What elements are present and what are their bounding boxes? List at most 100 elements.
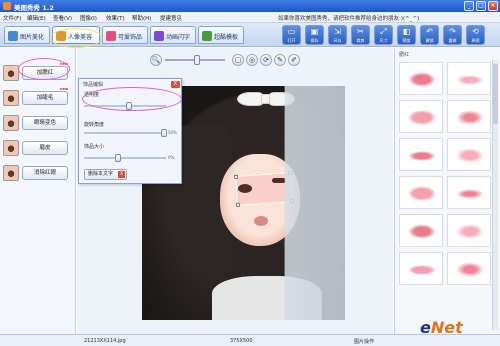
resize-icon: ⤢ — [380, 27, 387, 36]
button-label: 预览 — [402, 38, 411, 43]
undo-icon: ↶ — [426, 27, 433, 36]
blush-sample — [456, 224, 484, 239]
add-eyelash-button[interactable]: 加睫毛 — [22, 91, 68, 105]
palette-scrollbar[interactable] — [492, 60, 498, 330]
button-label: 另存 — [333, 38, 342, 43]
preview-button[interactable]: ◧ 预览 — [397, 25, 416, 45]
button-label: 尺寸 — [379, 38, 388, 43]
red-eye-thumbnail — [3, 165, 19, 181]
open-button[interactable]: ▭ 打开 — [282, 25, 301, 45]
tab-photo-beautify[interactable]: 图片美化 — [4, 26, 50, 44]
edit-icon[interactable]: ✎ — [274, 54, 286, 66]
status-mode: 图片操作 — [354, 339, 375, 345]
menu-file[interactable]: 文件(F) — [3, 14, 21, 22]
palette-title: 腮红 — [399, 52, 410, 58]
blush-swatch[interactable] — [447, 100, 491, 133]
blush-swatch[interactable] — [399, 252, 443, 285]
blush-swatch[interactable] — [447, 176, 491, 209]
save-as-button[interactable]: ⇲ 另存 — [328, 25, 347, 45]
blush-thumbnail — [3, 65, 19, 81]
blush-sample — [456, 148, 484, 163]
save-icon: ▣ — [310, 27, 319, 36]
button-label: 撤销 — [425, 38, 434, 43]
redo-button[interactable]: ↷ 重做 — [443, 25, 462, 45]
tab-cute-decor[interactable]: 可爱饰品 — [102, 26, 148, 44]
blush-swatch[interactable] — [447, 214, 491, 247]
size-slider-knob[interactable] — [115, 154, 122, 162]
tab-animated-text[interactable]: 动画闪字 — [150, 26, 196, 44]
tab-cool-templates[interactable]: 超酷模板 — [198, 26, 244, 44]
blush-swatch[interactable] — [399, 62, 443, 95]
zoom-out-icon[interactable]: 🔍 — [150, 54, 162, 66]
blush-swatch[interactable] — [447, 62, 491, 95]
smooth-skin-button[interactable]: 磨皮 — [22, 141, 68, 155]
rotation-label: 旋转角度 — [84, 122, 105, 128]
menu-feedback[interactable]: 提建意见 — [160, 14, 182, 22]
scrollbar-thumb[interactable] — [493, 64, 498, 124]
restore-icon: ⟲ — [472, 27, 479, 36]
size-slider[interactable] — [84, 157, 166, 159]
tool-row: 眼睛变色 — [0, 112, 76, 136]
original-button[interactable]: ⟲ 原图 — [466, 25, 485, 45]
redo-icon: ↷ — [449, 27, 456, 36]
status-filename: 21213XX114.jpg — [84, 338, 126, 344]
menu-image[interactable]: 图像(I) — [80, 14, 97, 22]
undo-button[interactable]: ↶ 撤销 — [420, 25, 439, 45]
delete-decoration-button[interactable]: 删除本文字 X — [84, 169, 127, 180]
menu-bar: 文件(F) 编辑(E) 查看(V) 图像(I) 效果(T) 帮助(H) 提建意见… — [0, 12, 500, 23]
minimize-button[interactable]: _ — [464, 1, 474, 11]
zoom-bar: 🔍 ▢ ◎ ⟳ ✎ ✐ — [150, 54, 310, 68]
blush-swatch[interactable] — [399, 100, 443, 133]
status-dimensions: 375X500 — [230, 338, 253, 344]
delete-icon: X — [118, 171, 125, 178]
blush-swatch[interactable] — [447, 252, 491, 285]
blush-swatch[interactable] — [399, 138, 443, 171]
eye-color-button[interactable]: 眼睛变色 — [22, 116, 68, 130]
save-button[interactable]: ▣ 保存 — [305, 25, 324, 45]
tab-label: 可爱饰品 — [118, 34, 143, 41]
rotation-slider-knob[interactable] — [161, 129, 168, 137]
button-label: 重做 — [448, 38, 457, 43]
blush-sample — [456, 110, 484, 125]
photo-icon — [8, 31, 18, 41]
brush-icon[interactable]: ✐ — [288, 54, 300, 66]
menu-effects[interactable]: 效果(T) — [106, 14, 125, 22]
zoom-slider-knob[interactable] — [194, 55, 200, 65]
maximize-button[interactable]: □ — [476, 1, 486, 11]
rotate-icon[interactable]: ⟳ — [260, 54, 272, 66]
app-icon — [3, 2, 11, 10]
popup-close-button[interactable]: X — [171, 81, 180, 88]
blush-swatch[interactable] — [399, 214, 443, 247]
close-button[interactable]: × — [488, 1, 498, 11]
menu-view[interactable]: 查看(V) — [53, 14, 72, 22]
template-icon — [202, 31, 212, 41]
menu-edit[interactable]: 编辑(E) — [27, 14, 46, 22]
tool-row: 加睫毛 new — [0, 87, 76, 111]
blush-palette: 腮红 — [394, 48, 500, 336]
tab-label: 超酷模板 — [214, 34, 239, 41]
resize-button[interactable]: ⤢ 尺寸 — [374, 25, 393, 45]
blush-sample — [456, 189, 484, 199]
blush-sample — [408, 72, 436, 87]
save-as-icon: ⇲ — [334, 27, 341, 36]
rotation-slider[interactable] — [84, 132, 166, 134]
remove-red-eye-button[interactable]: 消除红眼 — [22, 166, 68, 180]
title-bar: 美图秀秀 1.2 _ □ × — [0, 0, 500, 12]
blush-swatch[interactable] — [447, 138, 491, 171]
highlight-ring-blush — [18, 58, 70, 80]
popup-title: 饰品编辑 — [83, 82, 104, 88]
button-label: 裁剪 — [356, 38, 365, 43]
blush-swatch[interactable] — [399, 176, 443, 209]
crop-button[interactable]: ✂ 裁剪 — [351, 25, 370, 45]
blush-sample — [456, 262, 484, 277]
size-value: 0% — [168, 155, 175, 160]
button-label: 原图 — [471, 38, 480, 43]
folder-icon: ▭ — [287, 27, 296, 36]
button-label: 保存 — [310, 38, 319, 43]
actual-size-icon[interactable]: ◎ — [246, 54, 258, 66]
fit-window-icon[interactable]: ▢ — [232, 54, 244, 66]
tab-label: 动画闪字 — [166, 34, 191, 41]
menu-help[interactable]: 帮助(H) — [132, 14, 151, 22]
enet-watermark: eNet — [420, 318, 463, 337]
blush-sample — [456, 75, 484, 85]
